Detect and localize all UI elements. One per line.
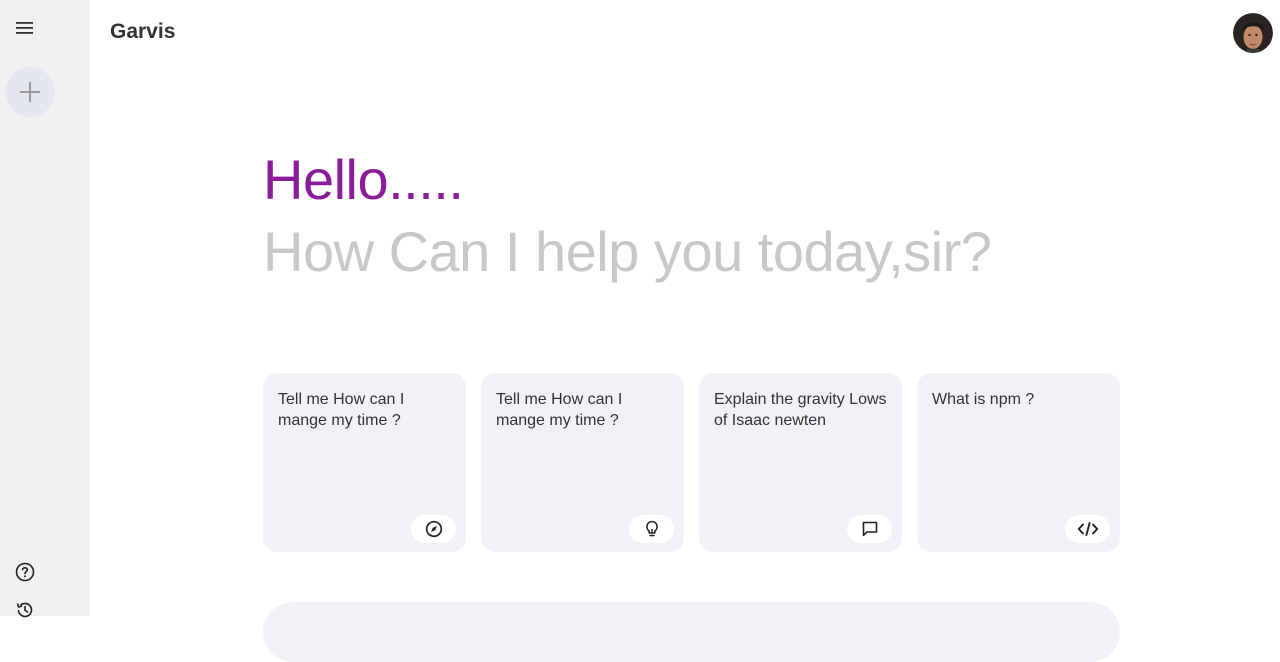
suggestion-card-gravity[interactable]: Explain the gravity Lows of Isaac newten	[699, 373, 902, 552]
card-text: Tell me How can I mange my time ?	[278, 391, 405, 429]
app-name: Garvis	[110, 20, 176, 43]
new-chat-button[interactable]	[5, 67, 55, 117]
help-button[interactable]	[13, 560, 37, 584]
compass-icon	[425, 520, 442, 538]
history-icon	[16, 602, 33, 618]
message-icon	[862, 521, 877, 537]
card-icon-badge	[847, 515, 892, 543]
bulb-icon	[645, 520, 658, 537]
help-icon	[15, 562, 35, 582]
card-text: What is npm ?	[932, 391, 1035, 408]
suggestion-card-time[interactable]: Tell me How can I mange my time ?	[263, 373, 466, 552]
card-text: Tell me How can I mange my time ?	[496, 391, 623, 429]
sidebar	[0, 0, 90, 618]
plus-icon	[20, 82, 40, 102]
suggestion-card-time-2[interactable]: Tell me How can I mange my time ?	[481, 373, 684, 552]
menu-icon	[16, 22, 33, 34]
greeting-title: Hello.....	[263, 148, 464, 211]
user-avatar[interactable]	[1233, 13, 1273, 53]
code-icon	[1077, 522, 1098, 536]
history-button[interactable]	[13, 598, 37, 622]
menu-button[interactable]	[13, 17, 37, 39]
greeting-subtitle: How Can I help you today,sir?	[263, 220, 992, 283]
card-icon-badge	[1065, 515, 1110, 543]
prompt-input-bar[interactable]	[263, 602, 1120, 662]
card-text: Explain the gravity Lows of Isaac newten	[714, 391, 887, 429]
suggestion-card-npm[interactable]: What is npm ?	[917, 373, 1120, 552]
card-icon-badge	[629, 515, 674, 543]
card-icon-badge	[411, 515, 456, 543]
